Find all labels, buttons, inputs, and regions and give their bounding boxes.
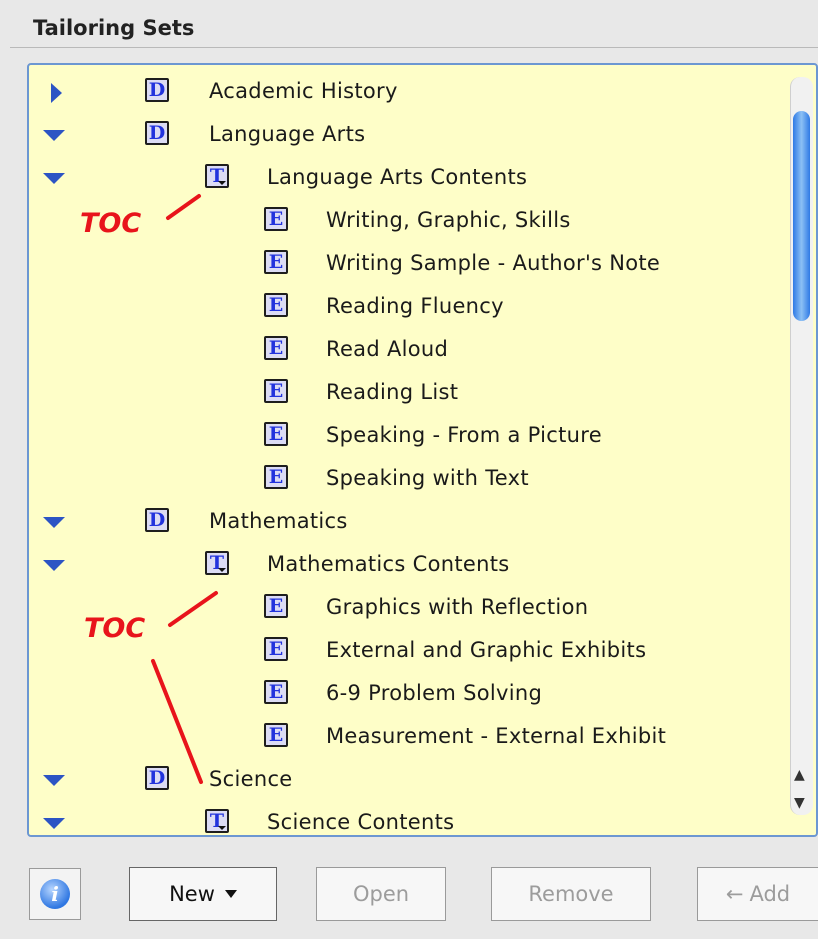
- open-button-label: Open: [352, 882, 410, 906]
- open-button[interactable]: Open: [316, 867, 446, 921]
- toc-pointer-line-1: [166, 194, 201, 220]
- toc-annotation-layer: [151, 194, 218, 784]
- toc-annotation-label: TOC: [80, 208, 142, 239]
- info-button[interactable]: i: [29, 868, 81, 920]
- info-icon: i: [40, 879, 70, 909]
- toc-annotation-label: TOC: [84, 613, 146, 644]
- add-button[interactable]: ← Add: [697, 867, 818, 921]
- toc-pointer-line-3: [151, 659, 203, 784]
- new-button[interactable]: New: [129, 867, 277, 921]
- chevron-down-icon: [224, 890, 237, 898]
- arrow-left-icon: ←: [725, 882, 744, 906]
- toc-pointer-line-2: [168, 591, 218, 627]
- add-button-label: Add: [749, 882, 791, 906]
- new-button-label: New: [169, 882, 215, 906]
- remove-button-label: Remove: [528, 882, 614, 906]
- remove-button[interactable]: Remove: [491, 867, 651, 921]
